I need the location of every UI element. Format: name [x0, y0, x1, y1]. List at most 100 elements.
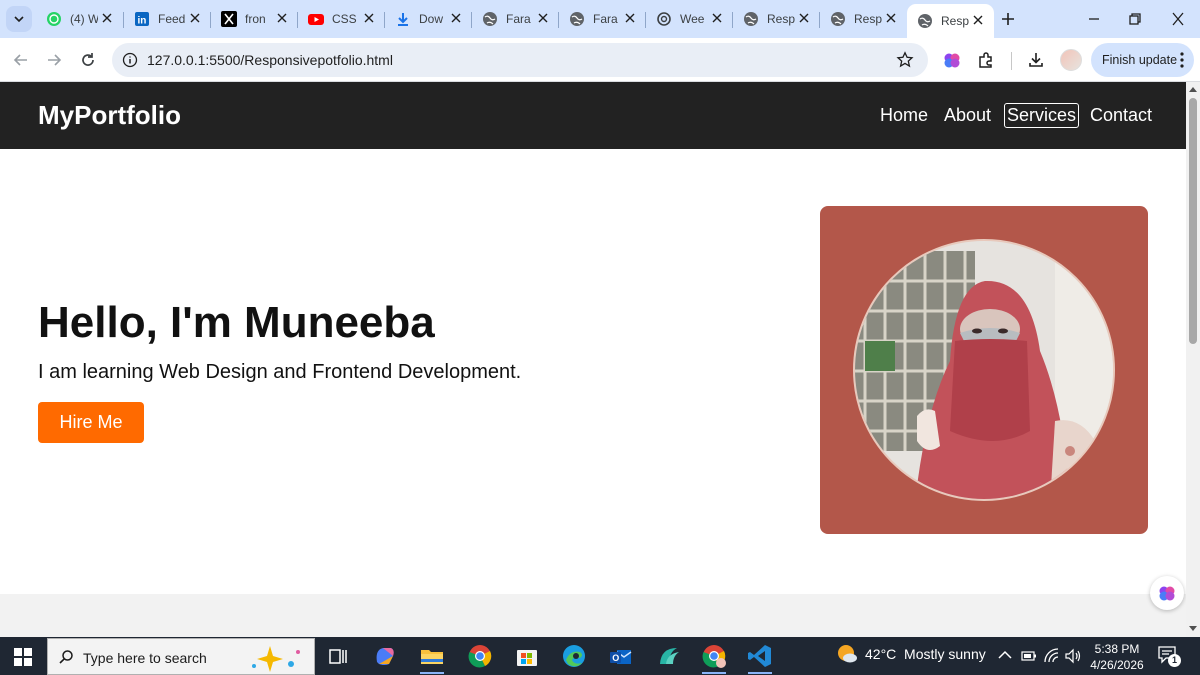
browser-wave-app-icon[interactable]: [655, 642, 683, 670]
x-icon: [221, 11, 237, 27]
tab-whatsapp[interactable]: (4) W: [36, 5, 123, 33]
close-icon[interactable]: [972, 14, 984, 26]
tab-fara-1[interactable]: Fara: [472, 5, 559, 33]
nav-home[interactable]: Home: [880, 105, 928, 126]
new-tab-icon[interactable]: [998, 9, 1018, 29]
openai-icon: [656, 11, 672, 27]
outlook-app-icon[interactable]: O: [607, 642, 635, 670]
copilot-brain-icon[interactable]: [942, 50, 962, 70]
forward-icon[interactable]: [44, 50, 64, 70]
browser-toolbar: 127.0.0.1:5500/Responsivepotfolio.html F…: [0, 38, 1200, 82]
tab-week[interactable]: Wee: [646, 5, 733, 33]
sparkle-icon: [252, 646, 300, 672]
folder-icon: [421, 650, 443, 664]
finish-update-button[interactable]: Finish update: [1091, 43, 1194, 77]
task-view-icon[interactable]: [324, 642, 352, 670]
file-explorer-app[interactable]: [418, 642, 446, 674]
back-icon[interactable]: [11, 50, 31, 70]
hero-title: Hello, I'm Muneeba: [38, 298, 435, 347]
svg-text:in: in: [138, 16, 147, 27]
tab-search-button[interactable]: [6, 6, 32, 32]
hire-me-button[interactable]: Hire Me: [38, 402, 144, 443]
close-window-icon[interactable]: [1166, 8, 1190, 30]
vscode-icon: [748, 645, 771, 667]
scroll-down-icon[interactable]: [1189, 626, 1197, 632]
tab-resp-1[interactable]: Resp: [733, 5, 820, 33]
bookmark-star-icon[interactable]: [896, 51, 914, 69]
copilot-floating-button[interactable]: [1150, 576, 1184, 610]
reload-icon[interactable]: [78, 50, 98, 70]
close-icon[interactable]: [798, 12, 810, 24]
address-bar[interactable]: 127.0.0.1:5500/Responsivepotfolio.html: [112, 43, 928, 77]
tab-title: Resp: [854, 12, 882, 26]
tab-fara-2[interactable]: Fara: [559, 5, 646, 33]
tab-title: Resp: [767, 12, 795, 26]
tab-x[interactable]: fron: [211, 5, 298, 33]
tab-resp-active[interactable]: Resp: [907, 4, 994, 38]
site-logo[interactable]: MyPortfolio: [38, 100, 181, 131]
notification-badge: 1: [1168, 654, 1181, 667]
tab-linkedin[interactable]: in Feed: [124, 5, 211, 33]
volume-icon[interactable]: [1064, 648, 1082, 664]
globe-icon: [569, 11, 585, 27]
windows-start-icon[interactable]: [14, 648, 32, 666]
notification-center-button[interactable]: 1: [1158, 646, 1181, 667]
nav-about[interactable]: About: [944, 105, 991, 126]
close-icon[interactable]: [537, 12, 549, 24]
edge-app-icon[interactable]: [560, 642, 588, 670]
profile-photo-illustration: [855, 241, 1113, 499]
chevron-down-icon: [14, 16, 24, 23]
profile-avatar[interactable]: [1060, 49, 1082, 71]
minimize-icon[interactable]: [1082, 8, 1106, 30]
search-icon: [59, 650, 73, 664]
tab-downloads[interactable]: Dow: [385, 5, 472, 33]
system-clock[interactable]: 5:38 PM 4/26/2026: [1086, 641, 1148, 673]
battery-icon[interactable]: [1021, 650, 1037, 662]
chrome-active-app[interactable]: [700, 642, 728, 674]
site-navbar: MyPortfolio Home About Services Contact: [0, 82, 1186, 149]
scrollbar-thumb[interactable]: [1189, 98, 1197, 344]
vscode-app[interactable]: [746, 642, 774, 674]
globe-icon: [743, 11, 759, 27]
close-icon[interactable]: [189, 12, 201, 24]
profile-photo: [853, 239, 1115, 501]
sun-cloud-icon: [838, 645, 857, 663]
microsoft-store-icon[interactable]: [513, 642, 541, 670]
finish-update-label: Finish update: [1102, 53, 1178, 67]
download-icon[interactable]: [1026, 50, 1046, 70]
chrome-app-icon[interactable]: [466, 642, 494, 670]
tab-title: Dow: [419, 12, 444, 26]
download-icon: [395, 11, 411, 27]
svg-text:O: O: [612, 653, 619, 663]
url-text[interactable]: 127.0.0.1:5500/Responsivepotfolio.html: [147, 52, 393, 68]
close-icon[interactable]: [885, 12, 897, 24]
tab-youtube[interactable]: CSS: [298, 5, 385, 33]
nav-services[interactable]: Services: [1004, 103, 1080, 128]
windows-taskbar: Type here to search O 42°C Mostly sunny …: [0, 637, 1200, 675]
close-icon[interactable]: [711, 12, 723, 24]
wifi-icon[interactable]: [1044, 648, 1060, 664]
tab-title: Fara: [593, 12, 618, 26]
chevron-up-icon[interactable]: [998, 650, 1012, 660]
page-scrollbar[interactable]: [1186, 82, 1200, 637]
nav-contact[interactable]: Contact: [1090, 105, 1152, 126]
scroll-up-icon[interactable]: [1189, 86, 1197, 92]
tab-title: (4) W: [70, 12, 98, 26]
extensions-icon[interactable]: [976, 50, 996, 70]
copilot-brain-icon: [1159, 586, 1175, 601]
close-icon[interactable]: [276, 12, 288, 24]
restore-icon[interactable]: [1123, 8, 1147, 30]
close-icon[interactable]: [624, 12, 636, 24]
tab-title: Fara: [506, 12, 531, 26]
page-viewport: MyPortfolio Home About Services Contact …: [0, 82, 1186, 637]
more-menu-icon[interactable]: [1180, 52, 1184, 68]
close-icon[interactable]: [101, 12, 113, 24]
search-placeholder: Type here to search: [83, 650, 207, 666]
tab-resp-2[interactable]: Resp: [820, 5, 907, 33]
close-icon[interactable]: [450, 12, 462, 24]
site-info-icon[interactable]: [122, 52, 138, 68]
taskbar-search-box[interactable]: Type here to search: [47, 638, 315, 675]
close-icon[interactable]: [363, 12, 375, 24]
copilot-app-icon[interactable]: [371, 642, 399, 670]
clock-date: 4/26/2026: [1090, 658, 1144, 672]
